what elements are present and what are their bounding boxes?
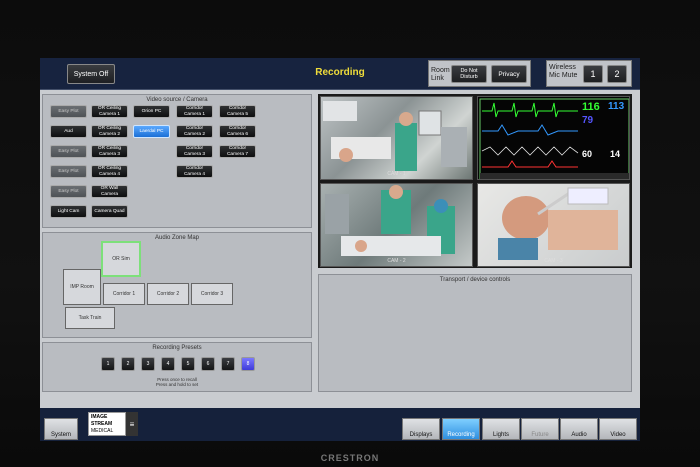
- video-source-title: Video source / Camera: [146, 97, 208, 103]
- room-link-group: Room Link Do Not Disturb Privacy: [428, 60, 531, 87]
- top-bar: System Off Recording Room Link Do Not Di…: [40, 58, 640, 90]
- source-button-or-ceiling-camera-2-6[interactable]: OR Ceiling Camera 2: [91, 125, 128, 138]
- camera-1-scene: [323, 101, 467, 171]
- source-button-corridor-camera-6-9[interactable]: Corridor Camera 6: [219, 125, 256, 138]
- preset-button-2[interactable]: 2: [121, 357, 135, 371]
- camera-2-feed[interactable]: CAM - 2: [320, 183, 473, 267]
- heart-rate-value: 116: [582, 101, 600, 113]
- camera-3-scene: [498, 187, 618, 260]
- source-button-corridor-camera-4-16[interactable]: Corridor Camera 4: [176, 165, 213, 178]
- recording-presets-panel: Recording Presets 12345678 Press once to…: [42, 342, 312, 392]
- zone-imp-room[interactable]: IMP Room: [63, 269, 101, 305]
- camera-1-label: CAM - 1: [387, 171, 406, 177]
- source-button-corridor-camera-1-3[interactable]: Corridor Camera 1: [176, 105, 213, 118]
- preset-hint-2: Press and hold to set: [155, 382, 199, 387]
- tab-future[interactable]: Future: [521, 418, 559, 440]
- source-button-or-ceiling-camera-1-1[interactable]: OR Ceiling Camera 1: [91, 105, 128, 118]
- preset-button-4[interactable]: 4: [161, 357, 175, 371]
- page-title: Recording: [315, 67, 365, 78]
- patient-monitor-feed[interactable]: 116 113 79 60 14: [477, 96, 630, 180]
- preset-button-1[interactable]: 1: [101, 357, 115, 371]
- transport-controls-panel: Transport / device controls: [318, 274, 632, 392]
- crestron-brand: CRESTRON: [320, 453, 380, 463]
- mic-mute-2-button[interactable]: 2: [607, 65, 627, 83]
- wireless-mic-group: Wireless Mic Mute 1 2: [546, 60, 632, 87]
- source-button-easy-plot-0[interactable]: Easy Plot: [50, 105, 87, 118]
- tab-video[interactable]: Video: [599, 418, 637, 440]
- source-button-aud-5[interactable]: Aud: [50, 125, 87, 138]
- source-button-laerdal-pc-7[interactable]: Laerdal PC: [133, 125, 170, 138]
- source-button-corridor-camera-7-13[interactable]: Corridor Camera 7: [219, 145, 256, 158]
- camera-3-label: CAM - 3: [544, 258, 563, 264]
- preset-button-6[interactable]: 6: [201, 357, 215, 371]
- source-button-or-ceiling-camera-3-11[interactable]: OR Ceiling Camera 3: [91, 145, 128, 158]
- logo-line-3: MEDICAL: [91, 428, 114, 434]
- zone-corridor-3[interactable]: Corridor 3: [191, 283, 233, 305]
- video-source-panel: Video source / Camera Easy Plot OR Ceilin…: [42, 94, 312, 228]
- zone-corridor-1[interactable]: Corridor 1: [103, 283, 145, 305]
- mic-mute-1-button[interactable]: 1: [583, 65, 603, 83]
- source-button-orion-pc-2[interactable]: Orion PC: [133, 105, 170, 118]
- zone-task-train[interactable]: Task Train: [65, 307, 115, 329]
- source-button-corridor-camera-3-12[interactable]: Corridor Camera 3: [176, 145, 213, 158]
- do-not-disturb-button[interactable]: Do Not Disturb: [451, 65, 487, 83]
- room-link-label: Room Link: [431, 67, 450, 82]
- vital-14-value: 14: [610, 149, 621, 159]
- tab-system[interactable]: System: [44, 418, 78, 440]
- audio-zone-panel: Audio Zone Map OR Sim IMP Room Corridor …: [42, 232, 312, 338]
- source-button-corridor-camera-2-8[interactable]: Corridor Camera 2: [176, 125, 213, 138]
- wireless-mic-label: Wireless Mic Mute: [549, 64, 578, 79]
- spo2-value: 79: [582, 115, 594, 126]
- camera-2-label: CAM - 2: [387, 258, 406, 264]
- preset-button-3[interactable]: 3: [141, 357, 155, 371]
- tab-lights[interactable]: Lights: [482, 418, 520, 440]
- camera-3-feed[interactable]: CAM - 3: [477, 183, 630, 267]
- source-button-corridor-camera-5-4[interactable]: Corridor Camera 5: [219, 105, 256, 118]
- preset-button-8[interactable]: 8: [241, 357, 255, 371]
- source-button-camera-quad-20[interactable]: Camera Quad: [91, 205, 128, 218]
- zone-corridor-2[interactable]: Corridor 2: [147, 283, 189, 305]
- source-button-or-ceiling-camera-4-15[interactable]: OR Ceiling Camera 4: [91, 165, 128, 178]
- zone-or-sim[interactable]: OR Sim: [101, 241, 141, 277]
- source-button-easy-plot-10[interactable]: Easy Plot: [50, 145, 87, 158]
- source-button-easy-plot-17[interactable]: Easy Plot: [50, 185, 87, 198]
- logo-mark-icon: ≡: [126, 412, 138, 436]
- transport-title: Transport / device controls: [439, 277, 511, 283]
- recording-presets-title: Recording Presets: [152, 345, 202, 351]
- logo-line-1: IMAGE: [91, 414, 108, 420]
- tab-recording[interactable]: Recording: [442, 418, 480, 440]
- touch-panel-screen: System Off Recording Room Link Do Not Di…: [40, 58, 640, 441]
- preset-button-5[interactable]: 5: [181, 357, 195, 371]
- heart-rate-secondary: 113: [608, 101, 625, 112]
- source-button-light-cam-19[interactable]: Light Cam: [50, 205, 87, 218]
- privacy-button[interactable]: Privacy: [491, 65, 527, 83]
- bottom-tab-bar: System IMAGE STREAM MEDICAL ≡ Displays Re…: [40, 408, 640, 441]
- image-stream-logo: IMAGE STREAM MEDICAL: [88, 412, 126, 436]
- camera-2-scene: [325, 185, 455, 256]
- video-preview-quad: CAM - 1 116 113 79 60 14 CAM - 2 CAM - 3: [318, 94, 632, 268]
- source-button-or-wall-camera-18[interactable]: OR Wall Camera: [91, 185, 128, 198]
- tab-audio[interactable]: Audio: [560, 418, 598, 440]
- camera-1-feed[interactable]: CAM - 1: [320, 96, 473, 180]
- system-off-button[interactable]: System Off: [67, 64, 115, 84]
- preset-button-7[interactable]: 7: [221, 357, 235, 371]
- audio-zone-title: Audio Zone Map: [154, 235, 200, 241]
- tab-displays[interactable]: Displays: [402, 418, 440, 440]
- source-button-easy-plot-14[interactable]: Easy Plot: [50, 165, 87, 178]
- logo-line-2: STREAM: [91, 421, 113, 427]
- vital-60-value: 60: [582, 149, 593, 159]
